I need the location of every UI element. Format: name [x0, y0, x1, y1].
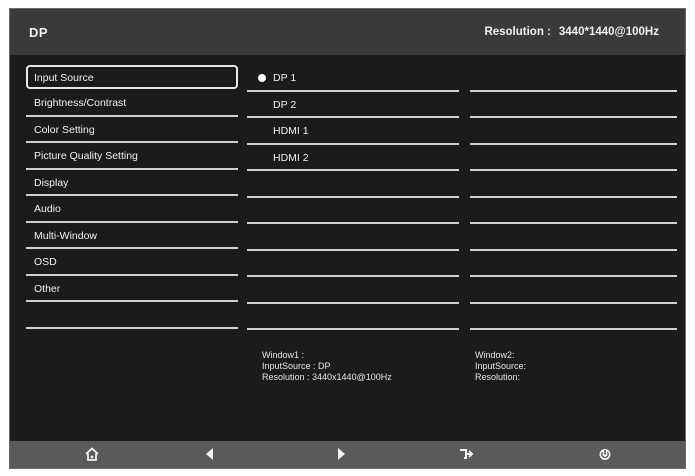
menu-item-audio[interactable]: Audio: [26, 196, 238, 223]
third-column-row: [470, 65, 677, 92]
menu-item-label: Color Setting: [34, 123, 95, 136]
menu-item-label: Audio: [34, 203, 61, 215]
menu-item-label: Display: [34, 176, 69, 189]
submenu-item-empty: [247, 171, 459, 198]
menu-item-color-setting[interactable]: Color Setting: [26, 117, 238, 143]
menu-item-other[interactable]: Other: [26, 276, 238, 302]
window2-input-source: InputSource:: [475, 361, 527, 371]
resolution-readout: Resolution : 3440*1440@100Hz: [484, 26, 659, 38]
menu-item-display[interactable]: Display: [26, 170, 238, 196]
submenu-item-label: DP 1: [273, 72, 297, 84]
window1-input-source: InputSource : DP: [262, 361, 331, 371]
menu-item-label: OSD: [34, 256, 57, 268]
resolution-value: 3440*1440@100Hz: [558, 26, 659, 38]
submenu-item-label: HDMI 1: [273, 125, 309, 137]
menu-item-label: Picture Quality Setting: [34, 150, 138, 162]
submenu-item-hdmi2[interactable]: HDMI 2: [247, 145, 459, 171]
exit-icon: [460, 449, 474, 459]
left-button[interactable]: [195, 441, 225, 468]
submenu: DP 1 DP 2 HDMI 1 HDMI 2: [247, 65, 459, 330]
menu-item-brightness-contrast[interactable]: Brightness/Contrast: [26, 90, 238, 117]
menu-item-multi-window[interactable]: Multi-Window: [26, 223, 238, 249]
menu-item-picture-quality[interactable]: Picture Quality Setting: [26, 143, 238, 170]
submenu-item-empty: [247, 251, 459, 277]
left-arrow-icon: [206, 448, 213, 460]
third-column-row: [470, 171, 677, 198]
power-button[interactable]: [590, 441, 620, 468]
window1-info: Window1 : InputSource : DP Resolution : …: [262, 350, 392, 383]
exit-button[interactable]: [451, 441, 481, 468]
menu-item-label: Multi-Window: [34, 229, 98, 242]
submenu-item-empty: [247, 304, 459, 330]
window2-title: Window2:: [475, 350, 515, 360]
submenu-item-empty: [247, 277, 459, 304]
submenu-item-empty: [247, 224, 459, 251]
submenu-item-empty: [247, 198, 459, 224]
menu-item-label: Brightness/Contrast: [34, 97, 127, 109]
power-icon: [599, 449, 611, 460]
third-column-row: [470, 304, 677, 330]
window1-title: Window1 :: [262, 350, 305, 360]
third-column-row: [470, 145, 677, 171]
submenu-item-hdmi1[interactable]: HDMI 1: [247, 118, 459, 145]
third-column-row: [470, 251, 677, 277]
home-icon: [85, 447, 99, 461]
third-column-row: [470, 224, 677, 251]
menu-item-label: Input Source: [34, 72, 94, 84]
window2-info: Window2: InputSource: Resolution:: [475, 350, 526, 383]
submenu-item-dp1[interactable]: DP 1: [247, 65, 459, 92]
third-column-row: [470, 277, 677, 304]
right-arrow-icon: [338, 448, 345, 460]
submenu-item-label: HDMI 2: [273, 151, 309, 164]
resolution-label: Resolution :: [484, 26, 551, 38]
home-button[interactable]: [77, 441, 107, 468]
osd-panel: DP Resolution : 3440*1440@100Hz Input Sou…: [9, 8, 686, 469]
window2-resolution: Resolution:: [475, 372, 521, 382]
menu-item-empty: [26, 302, 238, 329]
submenu-item-dp2[interactable]: DP 2: [247, 92, 459, 118]
main-menu: Input Source Brightness/Contrast Color S…: [26, 65, 238, 329]
third-column-row: [470, 198, 677, 224]
menu-item-input-source[interactable]: Input Source: [26, 65, 238, 89]
menu-item-osd[interactable]: OSD: [26, 249, 238, 276]
osd-title: DP: [29, 25, 49, 40]
osd-header: DP Resolution : 3440*1440@100Hz: [10, 9, 685, 55]
submenu-item-label: DP 2: [273, 98, 297, 111]
third-column-row: [470, 92, 677, 118]
selected-dot-icon: [258, 74, 266, 82]
third-column-row: [470, 118, 677, 145]
window1-resolution: Resolution : 3440x1440@100Hz: [262, 372, 392, 382]
menu-item-label: Other: [34, 282, 61, 295]
third-column: [470, 65, 677, 330]
right-button[interactable]: [326, 441, 356, 468]
footer-button-bar: [10, 441, 685, 468]
